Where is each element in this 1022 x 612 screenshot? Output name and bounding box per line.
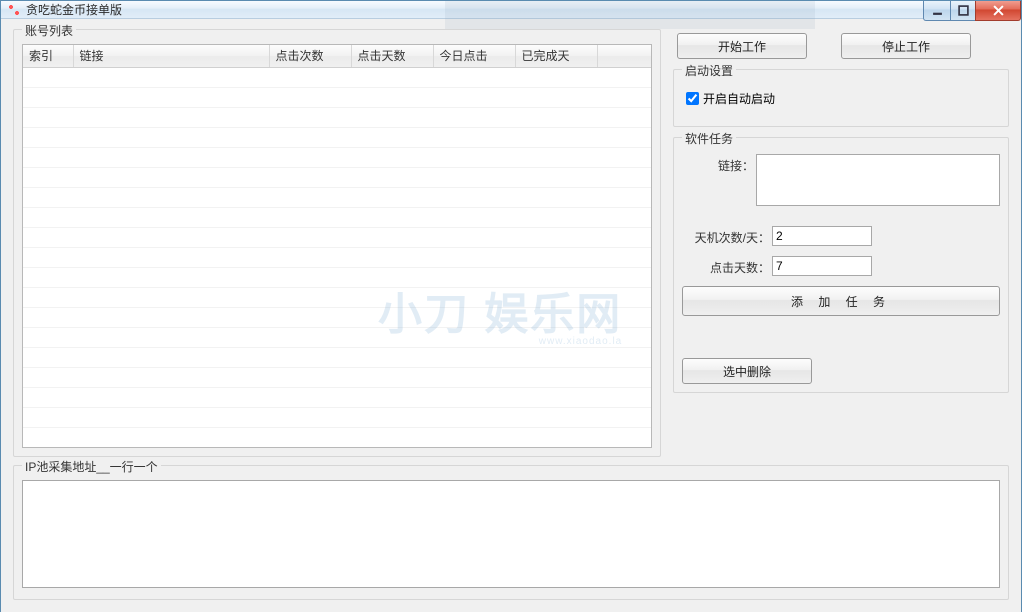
table-row[interactable] [23,287,652,307]
column-header[interactable]: 链接 [73,45,269,67]
table-row[interactable] [23,187,652,207]
table-row[interactable] [23,67,652,87]
table-row[interactable] [23,307,652,327]
right-panel: 开始工作 停止工作 启动设置 开启自动启动 软件任务 链接： [673,29,1009,457]
days-row: 点击天数： [682,256,1000,276]
column-header[interactable]: 点击次数 [269,45,351,67]
table-row[interactable] [23,247,652,267]
maximize-button[interactable] [950,1,976,21]
add-task-button[interactable]: 添 加 任 务 [682,286,1000,316]
minimize-button[interactable] [923,1,951,21]
column-header[interactable]: 点击天数 [351,45,433,67]
delete-selected-button[interactable]: 选中删除 [682,358,812,384]
days-input[interactable] [772,256,872,276]
autostart-label[interactable]: 开启自动启动 [703,90,775,107]
table-row[interactable] [23,327,652,347]
account-table[interactable]: 索引链接点击次数点击天数今日点击已完成天 [23,45,652,448]
app-window: 贪吃蛇金币接单版 账号列表 索引链接点击次数点击天数今日点击已完成天 [0,0,1022,612]
per-day-label: 天机次数/天： [682,226,772,246]
ip-pool-group: IP池采集地址__一行一个 [13,465,1009,600]
stop-button[interactable]: 停止工作 [841,33,971,59]
table-row[interactable] [23,387,652,407]
days-label: 点击天数： [682,256,772,276]
app-icon [7,3,21,17]
table-row[interactable] [23,167,652,187]
task-group: 软件任务 链接： 天机次数/天： 点击天数： 添 加 任 务 [673,137,1009,393]
table-row[interactable] [23,87,652,107]
startup-group: 启动设置 开启自动启动 [673,69,1009,127]
close-button[interactable] [975,1,1021,21]
table-row[interactable] [23,407,652,427]
autostart-row: 开启自动启动 [682,84,1000,113]
window-controls [924,1,1021,21]
client-area: 账号列表 索引链接点击次数点击天数今日点击已完成天 开始工作 停止工作 启动设置 [1,19,1021,612]
table-row[interactable] [23,207,652,227]
titlebar[interactable]: 贪吃蛇金币接单版 [1,1,1021,19]
link-input[interactable] [756,154,1000,206]
window-title: 贪吃蛇金币接单版 [26,1,122,18]
table-row[interactable] [23,427,652,447]
account-list-group: 账号列表 索引链接点击次数点击天数今日点击已完成天 [13,29,661,457]
link-row: 链接： [682,154,1000,206]
account-list-legend: 账号列表 [22,22,76,39]
autostart-checkbox[interactable] [686,92,699,105]
ip-pool-legend: IP池采集地址__一行一个 [22,458,161,475]
top-row: 账号列表 索引链接点击次数点击天数今日点击已完成天 开始工作 停止工作 启动设置 [13,29,1009,457]
per-day-row: 天机次数/天： [682,226,1000,246]
startup-legend: 启动设置 [682,62,736,79]
link-label: 链接： [682,154,756,174]
table-row[interactable] [23,127,652,147]
task-legend: 软件任务 [682,130,736,147]
column-header[interactable]: 今日点击 [433,45,515,67]
table-row[interactable] [23,107,652,127]
column-header[interactable] [597,45,652,67]
column-header[interactable]: 索引 [23,45,73,67]
table-row[interactable] [23,367,652,387]
ip-pool-input[interactable] [22,480,1000,588]
table-row[interactable] [23,147,652,167]
account-table-container[interactable]: 索引链接点击次数点击天数今日点击已完成天 [22,44,652,448]
per-day-input[interactable] [772,226,872,246]
start-button[interactable]: 开始工作 [677,33,807,59]
table-row[interactable] [23,267,652,287]
table-row[interactable] [23,227,652,247]
table-row[interactable] [23,347,652,367]
column-header[interactable]: 已完成天 [515,45,597,67]
top-buttons: 开始工作 停止工作 [673,29,1009,59]
